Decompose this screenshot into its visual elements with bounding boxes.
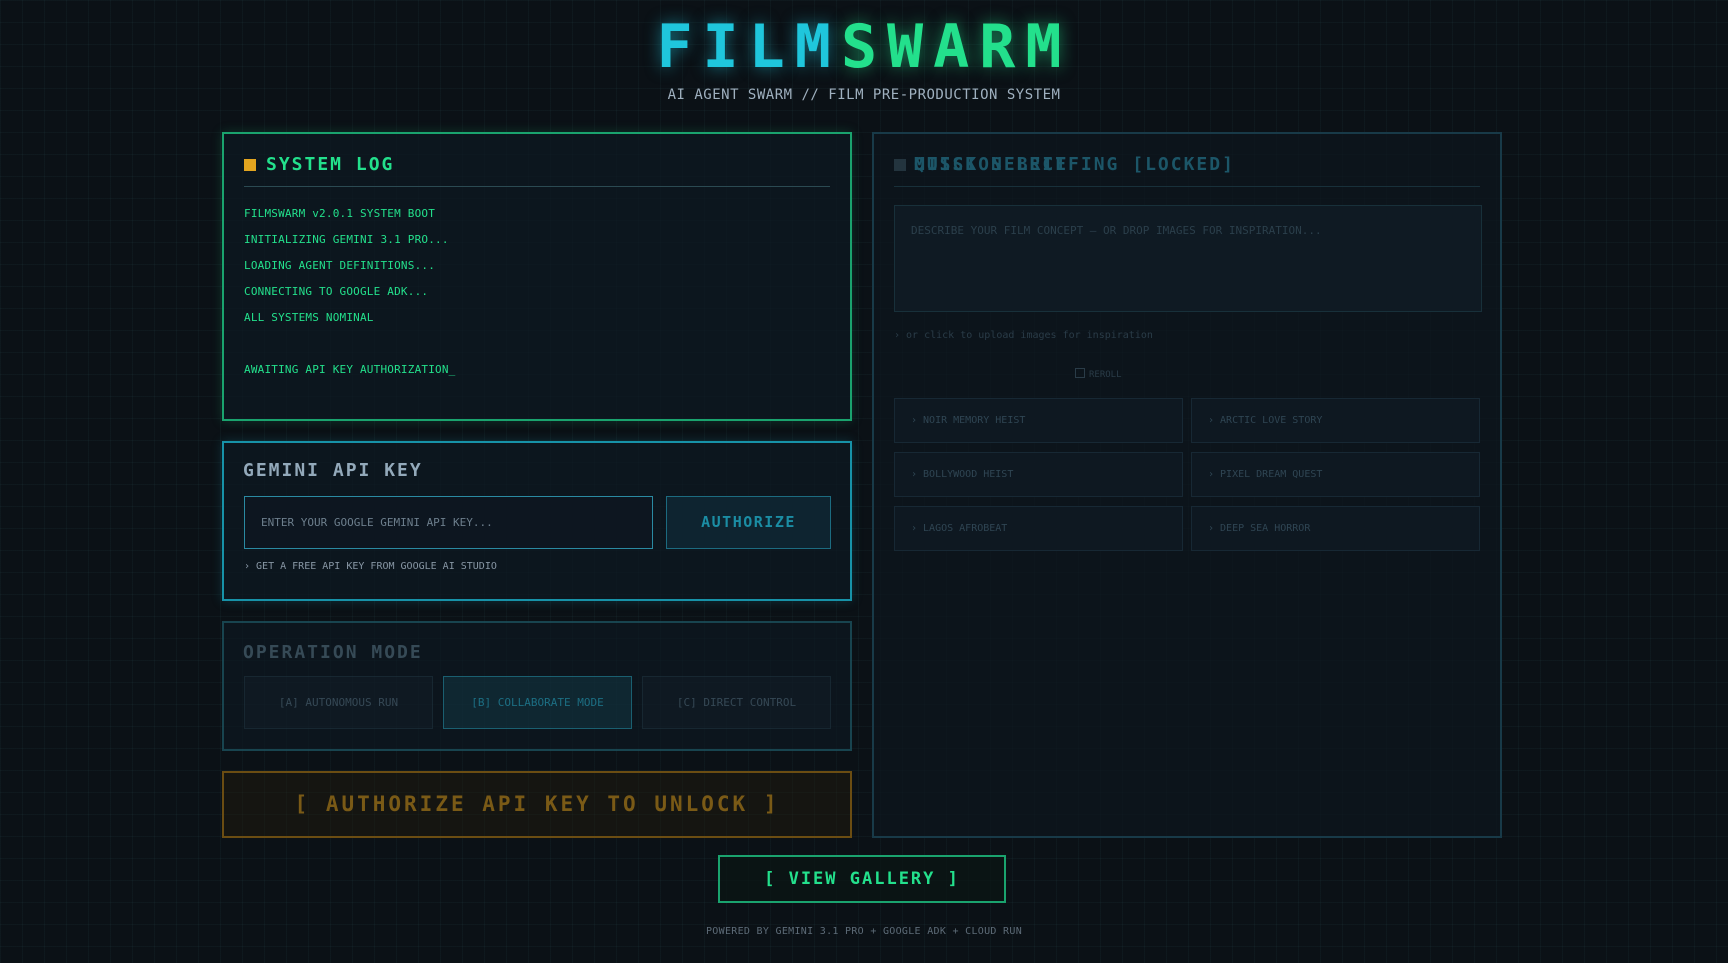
- log-line: AWAITING API KEY AUTHORIZATION_: [244, 363, 456, 376]
- checkbox-icon: [1075, 368, 1085, 378]
- footer-credits: POWERED BY GEMINI 3.1 PRO + GOOGLE ADK +…: [705, 926, 1023, 937]
- mode-direct-control-button[interactable]: [C] DIRECT CONTROL: [642, 676, 831, 729]
- api-key-title: GEMINI API KEY: [243, 460, 423, 481]
- square-status-icon: [894, 159, 906, 171]
- log-line: LOADING AGENT DEFINITIONS...: [244, 259, 436, 272]
- operation-mode-panel: OPERATION MODE [A] AUTONOMOUS RUN [B] CO…: [222, 621, 852, 751]
- system-log-panel: SYSTEM LOG FILMSWARM v2.0.1 SYSTEM BOOT …: [222, 132, 852, 421]
- square-status-icon: [244, 159, 256, 171]
- reroll-label: REROLL: [1089, 370, 1122, 380]
- unlock-button[interactable]: [ AUTHORIZE API KEY TO UNLOCK ]: [222, 771, 852, 838]
- log-line: INITIALIZING GEMINI 3.1 PRO...: [244, 233, 449, 246]
- preset-card[interactable]: › DEEP SEA HORROR: [1191, 506, 1480, 551]
- api-key-hint-link[interactable]: › GET A FREE API KEY FROM GOOGLE AI STUD…: [244, 559, 824, 575]
- mode-autonomous-button[interactable]: [A] AUTONOMOUS RUN: [244, 676, 433, 729]
- authorize-button[interactable]: AUTHORIZE: [666, 496, 831, 549]
- log-line: CONNECTING TO GOOGLE ADK...: [244, 285, 429, 298]
- mission-briefing-panel: MISSION BRIEFING [LOCKED] › or click to …: [872, 132, 1502, 838]
- operation-mode-title: OPERATION MODE: [243, 642, 423, 663]
- app-logo: FILMSWARM: [0, 10, 1728, 84]
- divider: [244, 186, 830, 187]
- log-line: ALL SYSTEMS NOMINAL: [244, 311, 374, 324]
- preset-card[interactable]: › PIXEL DREAM QUEST: [1191, 452, 1480, 497]
- mode-collaborate-button[interactable]: [B] COLLABORATE MODE: [443, 676, 632, 729]
- logo-part-film: FILM: [656, 12, 841, 82]
- log-line: FILMSWARM v2.0.1 SYSTEM BOOT: [244, 207, 436, 220]
- api-key-input[interactable]: [244, 496, 653, 549]
- preset-card[interactable]: › LAGOS AFROBEAT: [894, 506, 1183, 551]
- preset-card[interactable]: › NOIR MEMORY HEIST: [894, 398, 1183, 443]
- preset-card[interactable]: › BOLLYWOOD HEIST: [894, 452, 1183, 497]
- app-subtitle: AI AGENT SWARM // FILM PRE-PRODUCTION SY…: [667, 87, 1061, 103]
- system-log-title: SYSTEM LOG: [266, 154, 395, 175]
- api-key-panel: GEMINI API KEY AUTHORIZE › GET A FREE AP…: [222, 441, 852, 601]
- divider: [894, 186, 1480, 187]
- preset-card[interactable]: › ARCTIC LOVE STORY: [1191, 398, 1480, 443]
- logo-part-swarm: SWARM: [840, 12, 1072, 82]
- view-gallery-button[interactable]: [ VIEW GALLERY ]: [718, 855, 1006, 903]
- upload-images-link[interactable]: › or click to upload images for inspirat…: [894, 328, 1474, 344]
- reroll-toggle[interactable]: REROLL: [1075, 368, 1145, 382]
- quick-select-title: QUICK SELECT: [914, 154, 1069, 175]
- film-concept-input[interactable]: [894, 205, 1482, 312]
